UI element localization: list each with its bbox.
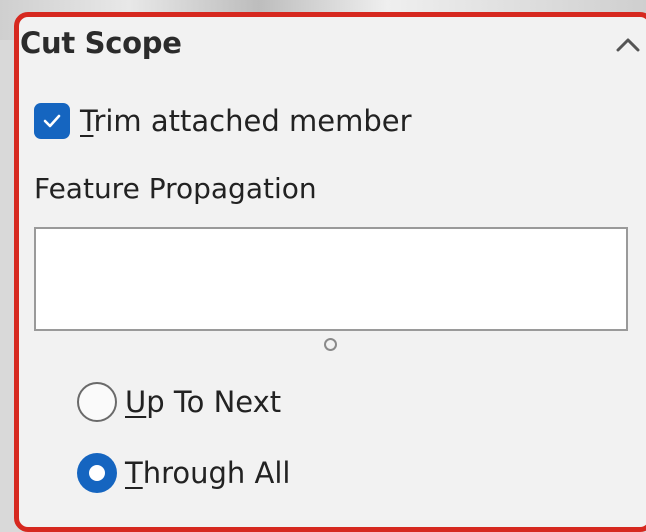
- feature-propagation-list[interactable]: [34, 227, 628, 331]
- mnemonic-letter: U: [125, 385, 147, 419]
- mnemonic-letter: T: [80, 104, 94, 138]
- radio-button-unselected[interactable]: [77, 382, 117, 422]
- up-to-next-label: Up To Next: [125, 385, 281, 419]
- resize-handle[interactable]: [324, 338, 337, 351]
- label-rest: rim attached member: [93, 104, 412, 138]
- label-rest: p To Next: [146, 385, 282, 419]
- through-all-label: Through All: [125, 456, 290, 490]
- through-all-radio[interactable]: Through All: [77, 451, 290, 495]
- trim-attached-member-label: Trim attached member: [80, 104, 412, 138]
- mnemonic-letter: T: [125, 456, 143, 490]
- section-title: Cut Scope: [20, 26, 182, 60]
- trim-attached-member-checkbox[interactable]: Trim attached member: [34, 101, 412, 141]
- checkmark-icon: [43, 114, 61, 128]
- chevron-up-icon: [616, 38, 640, 52]
- checkbox-box[interactable]: [34, 103, 70, 139]
- collapse-section-button[interactable]: [614, 34, 644, 54]
- radio-dot: [89, 465, 105, 481]
- up-to-next-radio[interactable]: Up To Next: [77, 380, 281, 424]
- feature-propagation-label: Feature Propagation: [34, 172, 317, 205]
- radio-button-selected[interactable]: [77, 453, 117, 493]
- label-rest: hrough All: [142, 456, 291, 490]
